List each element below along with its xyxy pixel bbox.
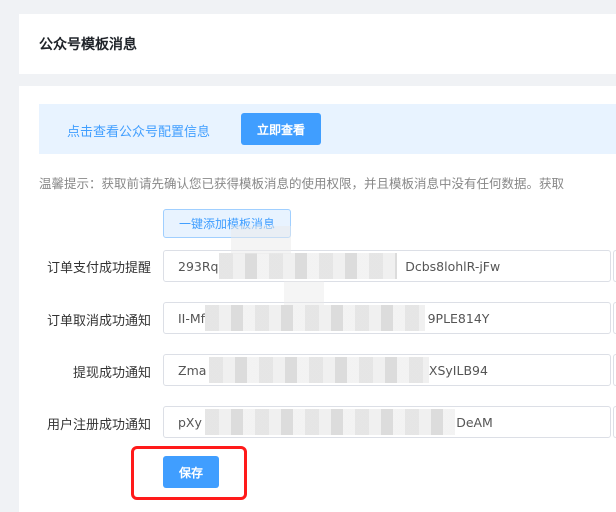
redaction-mask	[205, 305, 425, 331]
redaction-mask	[219, 253, 397, 279]
redaction-mask	[284, 281, 324, 305]
label-order-paid: 订单支付成功提醒	[46, 261, 151, 276]
view-now-button[interactable]: 立即查看	[241, 113, 321, 145]
label-withdraw: 提现成功通知	[72, 366, 151, 381]
tip-text: 温馨提示：获取前请先确认您已获得模板消息的使用权限，并且模板消息中没有任何数据。…	[39, 176, 565, 191]
config-banner-text: 点击查看公众号配置信息	[67, 125, 211, 140]
redaction-mask	[209, 357, 429, 383]
redaction-mask	[231, 226, 291, 254]
header-card: 公众号模板消息	[19, 14, 616, 74]
main-card: 点击查看公众号配置信息 立即查看 温馨提示：获取前请先确认您已获得模板消息的使用…	[19, 86, 616, 512]
save-highlight-box	[131, 446, 247, 500]
config-banner: 点击查看公众号配置信息 立即查看	[39, 104, 616, 154]
label-order-cancel: 订单取消成功通知	[46, 314, 151, 329]
page-title: 公众号模板消息	[39, 37, 137, 53]
label-register: 用户注册成功通知	[46, 418, 151, 433]
redaction-mask	[205, 409, 455, 435]
